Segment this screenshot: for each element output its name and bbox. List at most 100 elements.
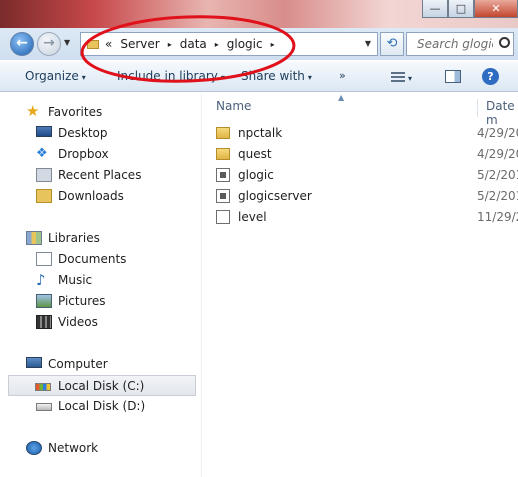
file-row-quest[interactable]: quest 4/29/20 [216, 144, 518, 165]
close-button[interactable]: ✕ [474, 0, 518, 18]
nav-network[interactable]: Network [26, 438, 99, 459]
organize-label: Organize [25, 69, 79, 83]
column-header-date-modified[interactable]: Date m [477, 99, 518, 127]
disk-icon [35, 383, 51, 391]
nav-label: Local Disk (C:) [58, 379, 145, 393]
nav-label: Recent Places [58, 168, 142, 182]
videos-icon [36, 315, 52, 329]
nav-label: Computer [48, 357, 108, 371]
search-box[interactable] [406, 32, 514, 56]
nav-favorites[interactable]: ★ Favorites [26, 102, 103, 123]
nav-label: Dropbox [58, 147, 109, 161]
nav-documents[interactable]: Documents [36, 249, 127, 270]
nav-recent-places[interactable]: Recent Places [36, 165, 142, 186]
window-controls: — □ ✕ [422, 0, 518, 18]
chevron-right-icon[interactable]: ▸ [271, 40, 275, 49]
star-icon: ★ [26, 102, 40, 120]
file-row-glogicserver[interactable]: glogicserver 5/2/201 [216, 186, 518, 207]
nav-label: Network [48, 441, 99, 455]
nav-label: Libraries [48, 231, 100, 245]
documents-icon [36, 252, 52, 266]
address-bar[interactable]: « Server ▸ data ▸ glogic ▸ ▼ [80, 32, 378, 56]
file-list: ▲ Name Date m npctalk 4/29/20 quest 4/29… [201, 93, 518, 477]
change-view-button[interactable]: ▾ [391, 70, 412, 84]
column-header-name[interactable]: Name [216, 99, 251, 113]
command-bar: Organize ▾ Include in library ▾ Share with… [0, 62, 518, 92]
details-view-icon [391, 72, 405, 83]
file-date: 5/2/201 [477, 189, 518, 203]
nav-desktop[interactable]: Desktop [36, 123, 108, 144]
chevron-down-icon: ▾ [408, 74, 413, 83]
folder-icon [216, 127, 230, 139]
computer-icon [26, 357, 42, 368]
refresh-button[interactable]: ⟲ [380, 32, 404, 56]
nav-label: Documents [58, 252, 127, 266]
file-row-level[interactable]: level 11/29/2 [216, 207, 518, 228]
nav-music[interactable]: ♪ Music [36, 270, 93, 291]
preview-pane-icon[interactable] [445, 70, 461, 83]
help-icon[interactable]: ? [482, 68, 499, 85]
recent-pages-dropdown-icon[interactable]: ▼ [64, 38, 70, 47]
include-in-library-label: Include in library [117, 69, 218, 83]
libraries-icon [26, 231, 42, 245]
file-row-glogic[interactable]: glogic 5/2/201 [216, 165, 518, 186]
file-date: 11/29/2 [477, 210, 518, 224]
disk-icon [36, 403, 52, 411]
file-name: level [238, 210, 267, 224]
sort-ascending-icon: ▲ [338, 93, 345, 102]
file-icon [216, 210, 230, 224]
share-with-button[interactable]: Share with ▾ [241, 69, 312, 83]
executable-file-icon [216, 168, 230, 182]
breadcrumb-server[interactable]: Server [120, 37, 159, 51]
desktop-icon [36, 126, 52, 137]
folder-icon [87, 39, 99, 49]
forward-button[interactable]: → [37, 32, 61, 56]
breadcrumb-glogic[interactable]: glogic [227, 37, 263, 51]
nav-local-disk-d[interactable]: Local Disk (D:) [36, 396, 146, 417]
navigation-bar: ← → ▼ « Server ▸ data ▸ glogic ▸ ▼ ⟲ [0, 28, 518, 60]
file-date: 4/29/20 [477, 126, 518, 140]
recent-places-icon [36, 168, 52, 182]
breadcrumb-overflow[interactable]: « [105, 37, 112, 51]
nav-label: Pictures [58, 294, 106, 308]
executable-file-icon [216, 189, 230, 203]
folder-icon [216, 148, 230, 160]
chevron-right-icon[interactable]: ▸ [168, 40, 172, 49]
nav-libraries[interactable]: Libraries [26, 228, 100, 249]
nav-downloads[interactable]: Downloads [36, 186, 124, 207]
nav-local-disk-c[interactable]: Local Disk (C:) [8, 375, 196, 396]
file-name: npctalk [238, 126, 283, 140]
search-input[interactable] [407, 33, 495, 55]
organize-button[interactable]: Organize ▾ [25, 69, 86, 83]
breadcrumb-data[interactable]: data [180, 37, 207, 51]
nav-label: Music [58, 273, 93, 287]
include-in-library-button[interactable]: Include in library ▾ [117, 69, 225, 83]
network-icon [26, 441, 42, 455]
address-dropdown-icon[interactable]: ▼ [365, 39, 371, 48]
back-button[interactable]: ← [10, 32, 34, 56]
downloads-icon [36, 189, 52, 203]
search-icon [499, 37, 510, 48]
file-row-npctalk[interactable]: npctalk 4/29/20 [216, 123, 518, 144]
title-bar: — □ ✕ [0, 0, 518, 28]
nav-videos[interactable]: Videos [36, 312, 98, 333]
chevron-down-icon: ▾ [220, 73, 225, 82]
nav-computer[interactable]: Computer [26, 354, 108, 375]
minimize-button[interactable]: — [422, 0, 448, 18]
nav-label: Desktop [58, 126, 108, 140]
nav-dropbox[interactable]: ❖ Dropbox [36, 144, 109, 165]
nav-pictures[interactable]: Pictures [36, 291, 106, 312]
file-date: 5/2/201 [477, 168, 518, 182]
navigation-pane: ★ Favorites Desktop ❖ Dropbox Recent Pla… [0, 93, 200, 477]
chevron-down-icon: ▾ [81, 73, 86, 82]
more-commands-button[interactable]: » [339, 69, 346, 82]
nav-label: Downloads [58, 189, 124, 203]
share-with-label: Share with [241, 69, 305, 83]
pictures-icon [36, 294, 52, 308]
music-icon: ♪ [36, 271, 46, 289]
maximize-button[interactable]: □ [448, 0, 474, 18]
chevron-right-icon[interactable]: ▸ [215, 40, 219, 49]
nav-label: Local Disk (D:) [58, 399, 146, 413]
nav-label: Favorites [48, 105, 103, 119]
nav-label: Videos [58, 315, 98, 329]
